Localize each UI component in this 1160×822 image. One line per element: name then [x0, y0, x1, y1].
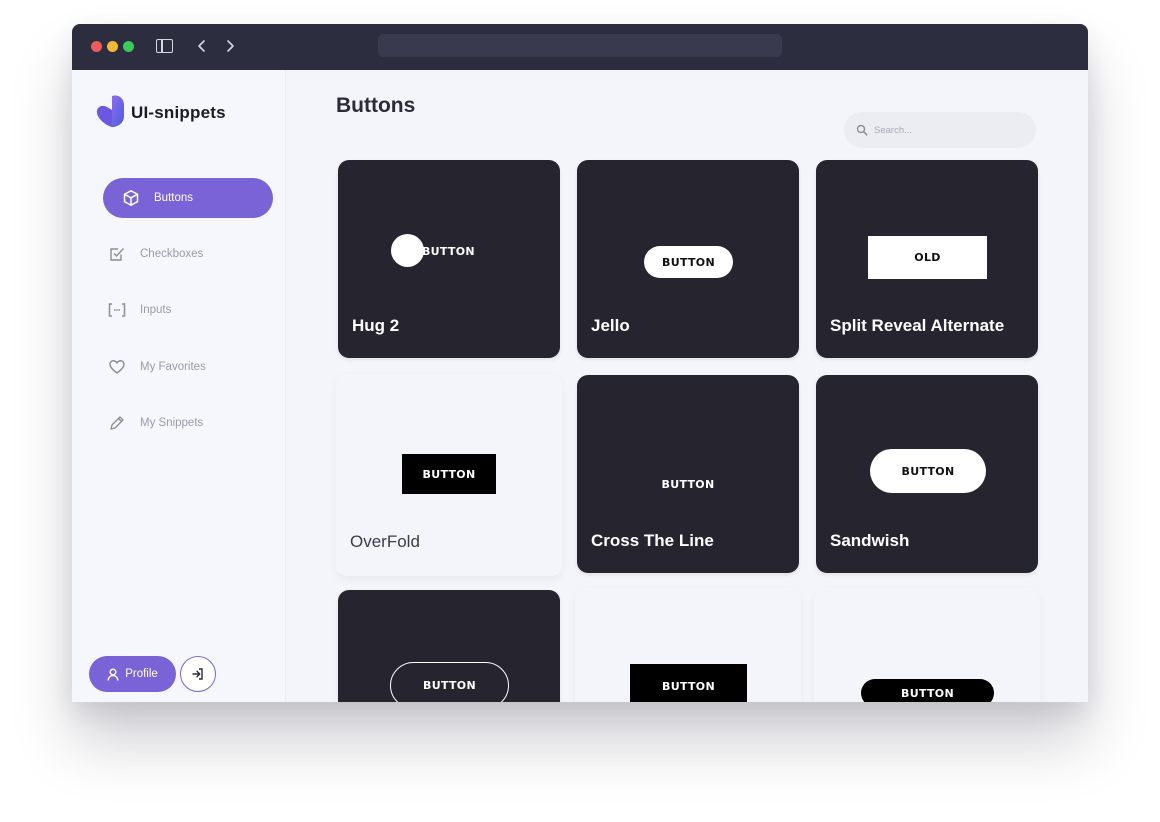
forward-arrow-icon[interactable]	[220, 36, 240, 56]
user-icon	[107, 668, 119, 681]
sidebar-item-label: My Snippets	[140, 417, 204, 429]
close-window-button[interactable]	[91, 41, 102, 52]
app-name: UI-snippets	[131, 103, 226, 122]
sidebar: UI-snippets Buttons Checkboxes Inputs My…	[72, 70, 286, 702]
page-title: Buttons	[336, 94, 416, 117]
demo-button-circle	[391, 234, 424, 267]
main-content: Buttons BUTTON Hug 2 BUTTON Jello OLD Sp…	[286, 70, 1088, 702]
snippet-card-sandwish[interactable]: BUTTON Sandwish	[816, 375, 1038, 573]
snippet-card[interactable]: BUTTON	[338, 590, 560, 702]
snippet-card[interactable]: BUTTON	[814, 588, 1040, 702]
demo-button[interactable]: BUTTON	[402, 454, 496, 494]
demo-button[interactable]: OLD	[868, 236, 987, 279]
logout-button[interactable]	[180, 656, 216, 692]
search-input[interactable]	[874, 124, 1024, 136]
snippet-card[interactable]: BUTTON	[575, 588, 801, 702]
card-title: Cross The Line	[591, 531, 714, 550]
card-title: Jello	[591, 316, 630, 335]
sidebar-item-inputs[interactable]: Inputs	[105, 290, 275, 330]
sidebar-item-label: Buttons	[154, 192, 193, 204]
card-title: OverFold	[350, 532, 420, 551]
sidebar-item-label: My Favorites	[140, 361, 206, 373]
browser-window: UI-snippets Buttons Checkboxes Inputs My…	[72, 24, 1088, 702]
sidebar-item-label: Inputs	[140, 304, 172, 316]
demo-button[interactable]: BUTTON	[644, 246, 733, 278]
snippet-card-overfold[interactable]: BUTTON OverFold	[336, 374, 562, 576]
demo-button[interactable]: BUTTON	[630, 664, 747, 702]
profile-button[interactable]: Profile	[89, 656, 176, 692]
sidebar-item-buttons[interactable]: Buttons	[103, 178, 273, 218]
pencil-icon	[106, 412, 128, 434]
title-bar	[72, 24, 1088, 70]
sidebar-item-snippets[interactable]: My Snippets	[105, 403, 275, 443]
demo-button[interactable]: BUTTON	[390, 662, 509, 702]
cube-icon	[120, 187, 142, 209]
demo-button[interactable]: BUTTON	[870, 449, 986, 493]
search-icon	[856, 124, 868, 136]
sidebar-toggle-icon[interactable]	[156, 39, 173, 53]
maximize-window-button[interactable]	[123, 41, 134, 52]
card-title: Sandwish	[830, 531, 910, 550]
demo-button[interactable]: BUTTON	[422, 242, 475, 260]
back-arrow-icon[interactable]	[192, 36, 212, 56]
search-box[interactable]	[844, 112, 1036, 148]
logout-icon	[190, 666, 206, 682]
demo-button[interactable]: BUTTON	[577, 475, 799, 493]
snippet-card-split-reveal-alternate[interactable]: OLD Split Reveal Alternate	[816, 160, 1038, 358]
sidebar-item-favorites[interactable]: My Favorites	[105, 347, 275, 387]
checkbox-icon	[106, 243, 128, 265]
demo-button[interactable]: BUTTON	[861, 679, 994, 702]
address-bar[interactable]	[378, 34, 782, 57]
sidebar-item-label: Checkboxes	[140, 248, 204, 260]
card-title: Split Reveal Alternate	[830, 316, 1005, 335]
input-brackets-icon	[106, 299, 128, 321]
snippet-card-cross-the-line[interactable]: BUTTON Cross The Line	[577, 375, 799, 573]
snippet-card-hug-2[interactable]: BUTTON Hug 2	[338, 160, 560, 358]
minimize-window-button[interactable]	[107, 41, 118, 52]
snippet-card-jello[interactable]: BUTTON Jello	[577, 160, 799, 358]
logo-icon	[94, 92, 130, 130]
heart-icon	[106, 356, 128, 378]
profile-label: Profile	[125, 668, 158, 680]
sidebar-item-checkboxes[interactable]: Checkboxes	[105, 234, 275, 274]
card-title: Hug 2	[352, 316, 400, 335]
